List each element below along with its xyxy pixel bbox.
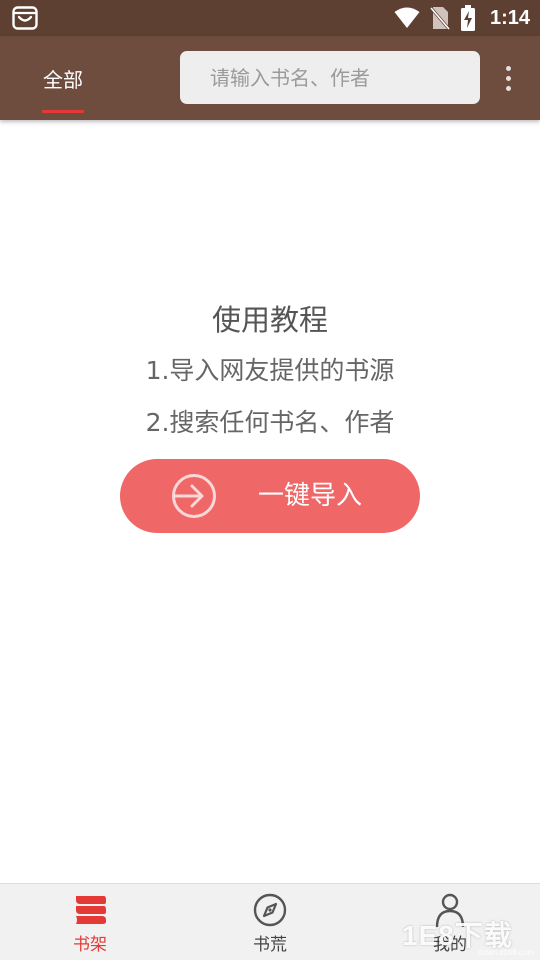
search-input[interactable]	[180, 51, 480, 104]
tab-all-label: 全部	[43, 67, 83, 92]
tutorial-section: 使用教程 1.导入网友提供的书源 2.搜索任何书名、作者	[0, 295, 540, 449]
watermark-sub: down.it168.com	[478, 948, 535, 957]
import-icon	[172, 474, 216, 518]
wifi-icon	[394, 7, 420, 28]
bookshelf-icon	[76, 896, 106, 924]
battery-charging-icon	[460, 5, 475, 31]
nav-item-discover[interactable]: 书荒	[180, 884, 360, 960]
nav-item-bookshelf[interactable]: 书架	[0, 884, 180, 960]
tab-indicator	[42, 110, 84, 113]
toolbar: 全部	[0, 36, 540, 120]
import-button-label: 一键导入	[258, 481, 363, 511]
tutorial-step-1: 1.导入网友提供的书源	[145, 356, 395, 385]
tutorial-title: 使用教程	[211, 303, 328, 337]
no-sim-icon	[429, 7, 450, 30]
status-icons: 1:14	[394, 0, 530, 36]
nav-label-discover: 书荒	[253, 935, 287, 955]
status-time: 1:14	[489, 6, 530, 29]
compass-icon	[253, 893, 287, 927]
watermark: 1E8下载 down.it168.com	[398, 906, 540, 960]
tutorial-step-2: 2.搜索任何书名、作者	[145, 408, 395, 437]
shopping-bag-icon	[12, 6, 38, 30]
import-button[interactable]: 一键导入	[120, 459, 420, 533]
more-vertical-icon[interactable]	[496, 58, 520, 98]
tab-all[interactable]: 全部	[30, 36, 96, 120]
status-bar: 1:14	[0, 0, 540, 36]
nav-label-bookshelf: 书架	[73, 935, 107, 955]
